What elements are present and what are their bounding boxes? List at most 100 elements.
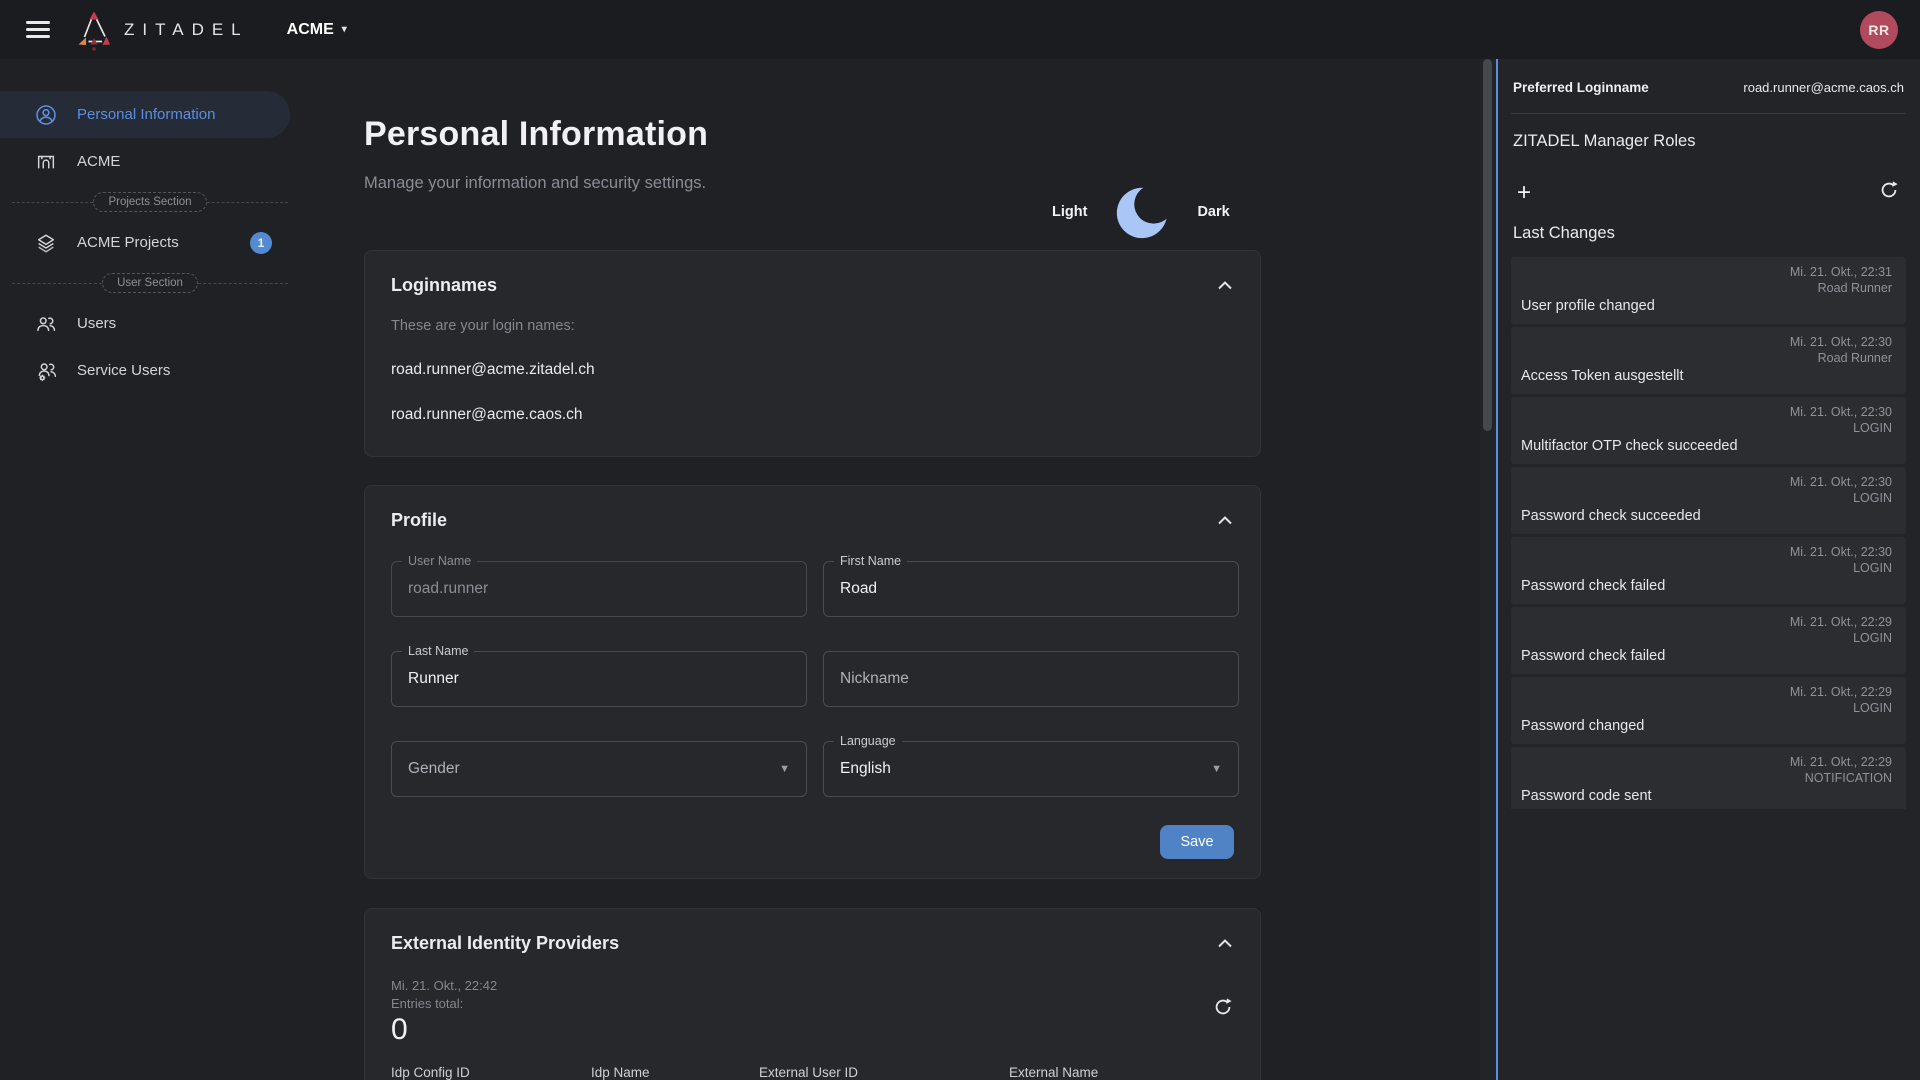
caret-down-icon: ▼ bbox=[779, 763, 790, 775]
language-value: English bbox=[840, 760, 1211, 778]
loginnames-description: These are your login names: bbox=[391, 318, 1234, 334]
change-item[interactable]: Mi. 21. Okt., 22:29 LOGIN Password check… bbox=[1511, 607, 1906, 674]
sidebar-item-label: Users bbox=[77, 315, 116, 332]
org-switcher[interactable]: ACME ▾ bbox=[287, 21, 347, 39]
change-actor: Road Runner bbox=[1790, 281, 1892, 295]
change-actor: LOGIN bbox=[1790, 561, 1892, 575]
username-field: User Name bbox=[391, 561, 807, 617]
change-date: Mi. 21. Okt., 22:29 bbox=[1790, 755, 1892, 769]
firstname-field: First Name bbox=[823, 561, 1239, 617]
lastname-label: Last Name bbox=[402, 644, 474, 658]
person-circle-icon bbox=[34, 104, 58, 126]
change-date: Mi. 21. Okt., 22:30 bbox=[1790, 405, 1892, 419]
side-nav: Personal Information ACME Projects Secti… bbox=[0, 59, 300, 1080]
projects-section-label: Projects Section bbox=[93, 192, 206, 212]
sidebar-item-label: Service Users bbox=[77, 362, 170, 379]
last-changes-title: Last Changes bbox=[1513, 224, 1904, 243]
zitadel-logo[interactable]: ZITADEL bbox=[72, 8, 249, 52]
moon-icon[interactable] bbox=[1111, 181, 1173, 243]
loginnames-card-title: Loginnames bbox=[391, 275, 497, 296]
change-item[interactable]: Mi. 21. Okt., 22:30 LOGIN Multifactor OT… bbox=[1511, 397, 1906, 464]
change-actor: NOTIFICATION bbox=[1790, 771, 1892, 785]
idp-col-header: External User ID bbox=[759, 1065, 1009, 1080]
top-bar: ZITADEL ACME ▾ RR bbox=[0, 0, 1920, 59]
lastname-input[interactable] bbox=[408, 670, 790, 688]
service-users-icon bbox=[34, 360, 58, 382]
sidebar-item-acme-org[interactable]: ACME bbox=[0, 138, 290, 185]
firstname-input[interactable] bbox=[840, 580, 1222, 598]
sidebar-item-service-users[interactable]: Service Users bbox=[0, 347, 290, 394]
language-select[interactable]: Language English ▼ bbox=[823, 741, 1239, 797]
roles-refresh-button[interactable] bbox=[1878, 179, 1900, 206]
change-actor: LOGIN bbox=[1790, 421, 1892, 435]
nickname-field bbox=[823, 651, 1239, 707]
sidebar-item-label: ACME Projects bbox=[77, 234, 179, 251]
main-scrollbar[interactable] bbox=[1480, 59, 1496, 1080]
main-scrollbar-thumb[interactable] bbox=[1483, 59, 1492, 431]
collapse-loginnames-button[interactable] bbox=[1216, 280, 1234, 291]
avatar[interactable]: RR bbox=[1860, 11, 1898, 49]
preferred-loginname-row: Preferred Loginname road.runner@acme.cao… bbox=[1511, 59, 1906, 113]
save-button[interactable]: Save bbox=[1160, 825, 1234, 859]
last-changes-list: Mi. 21. Okt., 22:31 Road Runner User pro… bbox=[1511, 257, 1906, 809]
sidebar-item-label: ACME bbox=[77, 153, 120, 170]
collapse-profile-button[interactable] bbox=[1216, 515, 1234, 526]
change-date: Mi. 21. Okt., 22:29 bbox=[1790, 615, 1892, 629]
gender-select[interactable]: Gender ▼ bbox=[391, 741, 807, 797]
meta-divider bbox=[1511, 113, 1906, 114]
theme-light-label: Light bbox=[1052, 204, 1087, 220]
change-item[interactable]: Mi. 21. Okt., 22:29 NOTIFICATION Passwor… bbox=[1511, 747, 1906, 809]
change-event: Password check succeeded bbox=[1521, 508, 1892, 524]
sidebar-item-acme-projects[interactable]: ACME Projects 1 bbox=[0, 219, 290, 266]
org-name: ACME bbox=[287, 21, 334, 39]
zitadel-logo-icon bbox=[72, 8, 116, 52]
change-item[interactable]: Mi. 21. Okt., 22:31 Road Runner User pro… bbox=[1511, 257, 1906, 324]
change-event: Multifactor OTP check succeeded bbox=[1521, 438, 1892, 454]
collapse-idp-button[interactable] bbox=[1216, 938, 1234, 949]
nickname-input[interactable] bbox=[840, 670, 1222, 688]
chevron-up-icon bbox=[1216, 938, 1234, 949]
caret-down-icon: ▼ bbox=[1211, 763, 1222, 775]
loginname-value: road.runner@acme.caos.ch bbox=[391, 406, 1234, 424]
change-event: Password check failed bbox=[1521, 578, 1892, 594]
change-item[interactable]: Mi. 21. Okt., 22:30 Road Runner Access T… bbox=[1511, 327, 1906, 394]
page-title: Personal Information bbox=[364, 115, 1480, 154]
change-item[interactable]: Mi. 21. Okt., 22:29 LOGIN Password chang… bbox=[1511, 677, 1906, 744]
change-date: Mi. 21. Okt., 22:30 bbox=[1790, 475, 1892, 489]
change-date: Mi. 21. Okt., 22:30 bbox=[1790, 335, 1892, 349]
add-manager-role-button[interactable]: + bbox=[1517, 183, 1531, 203]
menu-icon[interactable] bbox=[26, 21, 50, 38]
users-icon bbox=[34, 313, 58, 335]
idp-col-header: External Name bbox=[1009, 1065, 1234, 1080]
sidebar-item-users[interactable]: Users bbox=[0, 300, 290, 347]
idp-timestamp: Mi. 21. Okt., 22:42 bbox=[391, 978, 497, 993]
change-item[interactable]: Mi. 21. Okt., 22:30 LOGIN Password check… bbox=[1511, 537, 1906, 604]
change-item[interactable]: Mi. 21. Okt., 22:30 LOGIN Password check… bbox=[1511, 467, 1906, 534]
username-input bbox=[408, 580, 790, 598]
change-actor: LOGIN bbox=[1790, 701, 1892, 715]
change-event: User profile changed bbox=[1521, 298, 1892, 314]
change-actor: LOGIN bbox=[1790, 491, 1892, 505]
change-actor: LOGIN bbox=[1790, 631, 1892, 645]
layers-icon bbox=[34, 232, 58, 254]
manager-roles-title: ZITADEL Manager Roles bbox=[1513, 132, 1904, 151]
sidebar-item-personal-information[interactable]: Personal Information bbox=[0, 91, 290, 138]
lastname-field: Last Name bbox=[391, 651, 807, 707]
loginname-value: road.runner@acme.zitadel.ch bbox=[391, 361, 1234, 379]
change-actor: Road Runner bbox=[1790, 351, 1892, 365]
main-content: Personal Information Manage your informa… bbox=[300, 59, 1480, 1080]
change-event: Password code sent bbox=[1521, 788, 1892, 804]
theme-toggle[interactable]: Light Dark bbox=[1052, 181, 1230, 243]
preferred-loginname-label: Preferred Loginname bbox=[1513, 80, 1649, 95]
organization-icon bbox=[34, 151, 58, 173]
sidebar-item-label: Personal Information bbox=[77, 106, 215, 123]
change-event: Password check failed bbox=[1521, 648, 1892, 664]
page-subtitle: Manage your information and security set… bbox=[364, 174, 1480, 193]
idp-refresh-button[interactable] bbox=[1212, 996, 1234, 1023]
idp-entries-label: Entries total: bbox=[391, 996, 497, 1011]
meta-panel: Preferred Loginname road.runner@acme.cao… bbox=[1496, 59, 1920, 1080]
brand-wordmark: ZITADEL bbox=[124, 20, 249, 40]
change-date: Mi. 21. Okt., 22:31 bbox=[1790, 265, 1892, 279]
firstname-label: First Name bbox=[834, 554, 907, 568]
change-date: Mi. 21. Okt., 22:30 bbox=[1790, 545, 1892, 559]
